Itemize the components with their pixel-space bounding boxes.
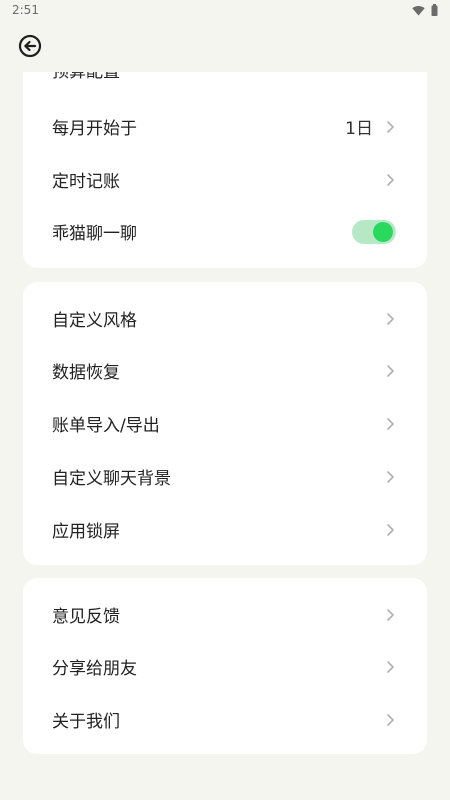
settings-scroll-area[interactable]: 预算配置 每月开始于 1日 定时记账 乖猫聊一聊 自定义风格 数据恢复 账单导入… <box>0 72 450 800</box>
setting-row-data-restore[interactable]: 数据恢复 <box>23 344 427 397</box>
settings-group-1: 预算配置 每月开始于 1日 定时记账 乖猫聊一聊 <box>23 72 427 268</box>
settings-group-2: 自定义风格 数据恢复 账单导入/导出 自定义聊天背景 应用锁屏 <box>23 282 427 565</box>
setting-label: 数据恢复 <box>52 363 120 383</box>
status-icons <box>412 4 438 16</box>
toggle-knob <box>373 221 393 242</box>
setting-label: 意见反馈 <box>52 607 120 627</box>
back-button[interactable] <box>17 33 43 59</box>
chevron-right-icon <box>387 523 394 536</box>
setting-label: 账单导入/导出 <box>52 416 160 436</box>
setting-row-cat-chat: 乖猫聊一聊 <box>23 205 427 258</box>
status-bar: 2:51 <box>0 0 450 22</box>
chevron-right-icon <box>387 120 394 133</box>
chevron-right-icon <box>387 713 394 726</box>
chevron-right-icon <box>387 660 394 673</box>
wifi-icon <box>412 5 425 15</box>
setting-label: 乖猫聊一聊 <box>52 224 137 244</box>
setting-value: 1日 <box>345 119 373 139</box>
chevron-right-icon <box>387 608 394 621</box>
setting-row-about[interactable]: 关于我们 <box>23 693 427 746</box>
setting-row-share[interactable]: 分享给朋友 <box>23 640 427 693</box>
chevron-right-icon <box>387 417 394 430</box>
setting-row-app-lock[interactable]: 应用锁屏 <box>23 503 427 556</box>
settings-group-3: 意见反馈 分享给朋友 关于我们 <box>23 578 427 754</box>
setting-row-chat-background[interactable]: 自定义聊天背景 <box>23 450 427 503</box>
setting-label: 自定义风格 <box>52 311 137 331</box>
setting-label: 自定义聊天背景 <box>52 469 171 489</box>
battery-icon <box>431 4 438 16</box>
chevron-right-icon <box>387 364 394 377</box>
setting-label: 关于我们 <box>52 712 120 732</box>
setting-row-budget[interactable]: 预算配置 <box>23 72 427 97</box>
setting-label: 应用锁屏 <box>52 522 120 542</box>
setting-label: 定时记账 <box>52 172 120 192</box>
setting-row-scheduled-bookkeeping[interactable]: 定时记账 <box>23 153 427 206</box>
setting-label: 分享给朋友 <box>52 659 137 679</box>
chevron-right-icon <box>387 470 394 483</box>
setting-label: 预算配置 <box>52 72 120 82</box>
back-arrow-circle-icon <box>18 34 42 58</box>
setting-row-import-export[interactable]: 账单导入/导出 <box>23 397 427 450</box>
status-time: 2:51 <box>12 3 39 17</box>
setting-row-month-start[interactable]: 每月开始于 1日 <box>23 100 427 153</box>
setting-row-custom-style[interactable]: 自定义风格 <box>23 292 427 345</box>
setting-label: 每月开始于 <box>52 119 137 139</box>
chevron-right-icon <box>387 173 394 186</box>
setting-row-feedback[interactable]: 意见反馈 <box>23 588 427 641</box>
cat-chat-toggle[interactable] <box>352 219 396 244</box>
chevron-right-icon <box>387 312 394 325</box>
